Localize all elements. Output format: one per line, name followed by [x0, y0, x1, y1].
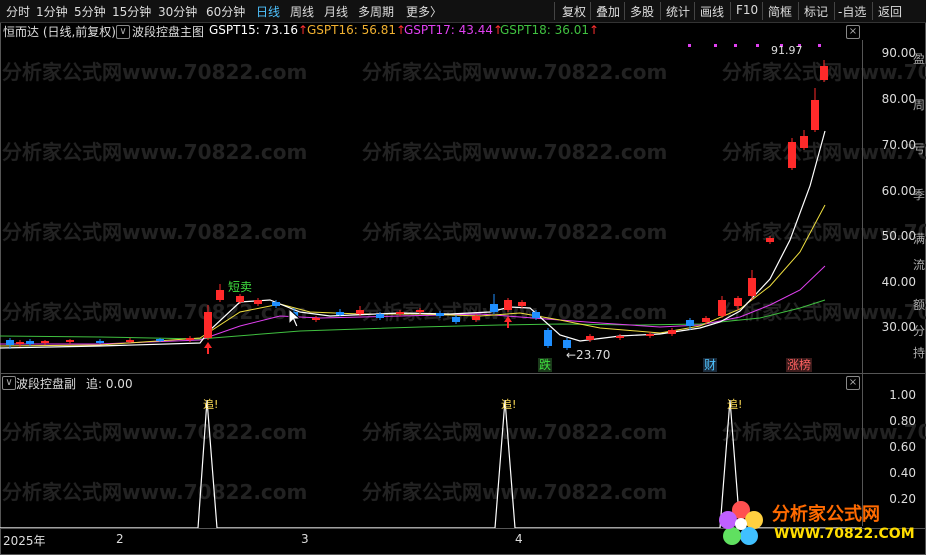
site-logo: 分析家公式网 WWW.70822.COM [716, 498, 916, 550]
sub-tick: 1.00 [889, 388, 916, 402]
logo-name: 分析家公式网 [772, 504, 880, 525]
date-label: 3 [301, 532, 309, 546]
date-label: 2025年 [3, 534, 46, 548]
sub-tick: 0.60 [889, 440, 916, 454]
sub-tick: 0.40 [889, 466, 916, 480]
date-label: 2 [116, 532, 124, 546]
sub-chart[interactable] [0, 0, 926, 555]
date-label: 4 [515, 532, 523, 546]
sub-tick: 0.80 [889, 414, 916, 428]
logo-url: WWW.70822.COM [774, 526, 915, 542]
chase-signal-label: 追! [203, 398, 219, 411]
chase-signal-label: 追! [727, 398, 743, 411]
flower-logo-icon [719, 501, 763, 545]
chase-signal-label: 追! [501, 398, 517, 411]
